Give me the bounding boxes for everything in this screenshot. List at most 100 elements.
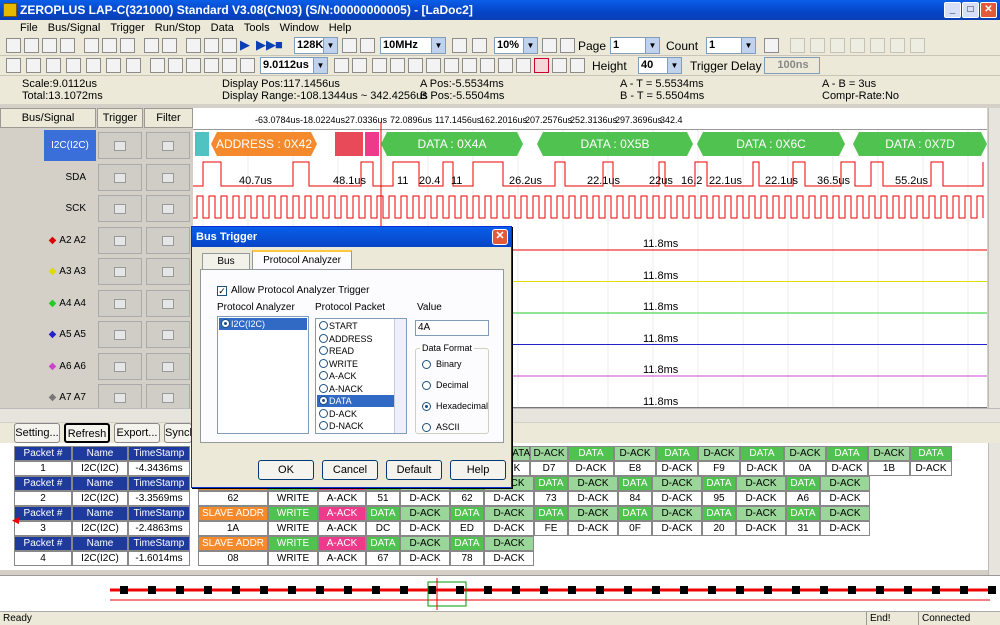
marker-icon-3[interactable] [408, 58, 423, 73]
filter-cell[interactable] [146, 289, 190, 317]
cancel-button[interactable]: Cancel [322, 460, 378, 480]
trigger-icon-2[interactable] [204, 38, 219, 53]
trigger-icon-1[interactable] [186, 38, 201, 53]
signal-name[interactable]: ◆ A3 A3 [0, 256, 96, 287]
packet-radio[interactable] [319, 371, 328, 380]
trigger-cell[interactable] [98, 132, 142, 159]
marker-icon-4[interactable] [426, 58, 441, 73]
format-option[interactable]: Binary [422, 359, 462, 370]
trigger-cell[interactable] [98, 163, 142, 191]
packet-synch-button[interactable]: Synch [164, 423, 196, 443]
chevron-down-icon[interactable]: ▼ [313, 58, 327, 73]
marker-icon-1[interactable] [372, 58, 387, 73]
time-select[interactable]: 9.0112us ▼ [260, 57, 328, 74]
packet-refresh-button[interactable]: Refresh [64, 423, 110, 443]
signal-row[interactable]: ◆ A4 A4 [0, 288, 193, 319]
signal-name[interactable]: I2C(I2C) [44, 130, 96, 161]
cursor-icon[interactable] [150, 58, 165, 73]
run-repeat-icon[interactable]: ▶▶ [256, 38, 276, 53]
signal-row[interactable]: ◆ A2 A2 [0, 225, 193, 256]
bus-signal-header[interactable]: Bus/Signal [0, 108, 96, 128]
marker-icon-7[interactable] [480, 58, 495, 73]
chevron-down-icon[interactable]: ▼ [431, 38, 445, 53]
tab-protocol-analyzer-trigger[interactable]: Protocol Analyzer Trigger [252, 250, 352, 284]
trigger-cell[interactable] [98, 352, 142, 380]
pa-item[interactable]: I2C(I2C) [219, 318, 307, 330]
chevron-down-icon[interactable]: ▼ [323, 38, 337, 53]
chevron-down-icon[interactable]: ▼ [523, 38, 537, 53]
filter-cell[interactable] [146, 321, 190, 348]
waveform-vscrollbar[interactable] [988, 108, 1000, 408]
signal-name[interactable]: SDA [0, 162, 96, 193]
chevron-down-icon[interactable]: ▼ [645, 38, 659, 53]
new-icon[interactable] [6, 38, 21, 53]
nav-icon-6[interactable] [870, 38, 885, 53]
trigger-cell[interactable] [98, 289, 142, 317]
trigger-cell[interactable] [98, 384, 142, 411]
filter-cell[interactable] [146, 352, 190, 380]
signal-row[interactable]: SCK [0, 193, 193, 224]
a-pos-text[interactable]: A Pos:-5.5534ms [420, 78, 504, 90]
packet-option[interactable]: D-NACK [317, 420, 395, 432]
stop-trigger-icon[interactable] [534, 58, 549, 73]
signal-name[interactable]: ◆ A5 A5 [0, 319, 96, 350]
trigger-icon-3[interactable] [222, 38, 237, 53]
packet-option[interactable]: START [317, 320, 395, 332]
search-icon[interactable] [222, 58, 237, 73]
chevron-down-icon[interactable]: ▼ [741, 38, 755, 53]
packet-option[interactable]: READ [317, 345, 395, 357]
filter-cell[interactable] [146, 258, 190, 285]
ok-button[interactable]: OK [258, 460, 314, 480]
signal-name[interactable]: ◆ A4 A4 [0, 288, 96, 319]
run-icon[interactable]: ▶ [240, 38, 255, 53]
signal-name[interactable]: SCK [0, 193, 96, 224]
cursor-b-icon[interactable] [352, 58, 367, 73]
freq-icon[interactable] [360, 38, 375, 53]
menu-help[interactable]: Help [329, 22, 352, 34]
clock-icon-1[interactable] [452, 38, 467, 53]
close-button[interactable]: ✕ [980, 2, 997, 18]
bus-icon-1[interactable] [144, 38, 159, 53]
signal-row[interactable]: I2C(I2C) [0, 130, 193, 161]
menu-file[interactable]: File [20, 22, 38, 34]
bus-segment[interactable]: ADDRESS : 0X42 [211, 132, 317, 156]
menu-data[interactable]: Data [211, 22, 234, 34]
clock-icon-2[interactable] [472, 38, 487, 53]
packet-radio[interactable] [319, 333, 328, 343]
frequency-select[interactable]: 10MHz ▼ [380, 37, 446, 54]
a-b-text[interactable]: A - B = 3us [822, 78, 876, 90]
menu-window[interactable]: Window [280, 22, 319, 34]
protocol-analyzer-list[interactable]: I2C(I2C) [217, 316, 309, 434]
memory-select[interactable]: 128K ▼ [294, 37, 338, 54]
signal-row[interactable]: ◆ A3 A3 [0, 256, 193, 287]
maximize-button[interactable]: □ [962, 2, 979, 18]
packet-export-button[interactable]: Export... [114, 423, 160, 443]
signal-row[interactable]: SDA [0, 162, 193, 193]
b-pos-text[interactable]: B Pos:-5.5504ms [420, 90, 504, 102]
nav-icon-2[interactable] [790, 38, 805, 53]
height-select[interactable]: 40 ▼ [638, 57, 682, 74]
packet-radio[interactable] [319, 346, 328, 355]
menu-trigger[interactable]: Trigger [110, 22, 144, 34]
signal-icon-1[interactable] [84, 38, 99, 53]
format-option[interactable]: Decimal [422, 380, 469, 391]
zoom-select[interactable]: 10% ▼ [494, 37, 538, 54]
lock-icon[interactable] [6, 58, 21, 73]
settings-icon[interactable] [240, 58, 255, 73]
packet-radio[interactable] [319, 396, 328, 405]
minimize-button[interactable]: _ [944, 2, 961, 18]
protocol-packet-list[interactable]: START ADDRESS READ WRITE A-ACK A-NACK DATA D-AC… [315, 318, 407, 434]
allow-checkbox[interactable]: ✓ [217, 286, 227, 296]
mem-icon[interactable] [342, 38, 357, 53]
packet-radio[interactable] [319, 408, 328, 418]
page-select[interactable]: 1 ▼ [610, 37, 660, 54]
clock-icon[interactable] [26, 58, 41, 73]
bus-segment[interactable]: DATA : 0X7D [853, 132, 987, 156]
bus-segment[interactable]: DATA : 0X5B [537, 132, 693, 156]
help-button[interactable]: Help [450, 460, 506, 480]
nav-icon-4[interactable] [830, 38, 845, 53]
print-icon[interactable] [60, 38, 75, 53]
cursor-a-icon[interactable] [334, 58, 349, 73]
format-option[interactable]: Hexadecimal [422, 401, 488, 412]
marker-icon-9[interactable] [516, 58, 531, 73]
